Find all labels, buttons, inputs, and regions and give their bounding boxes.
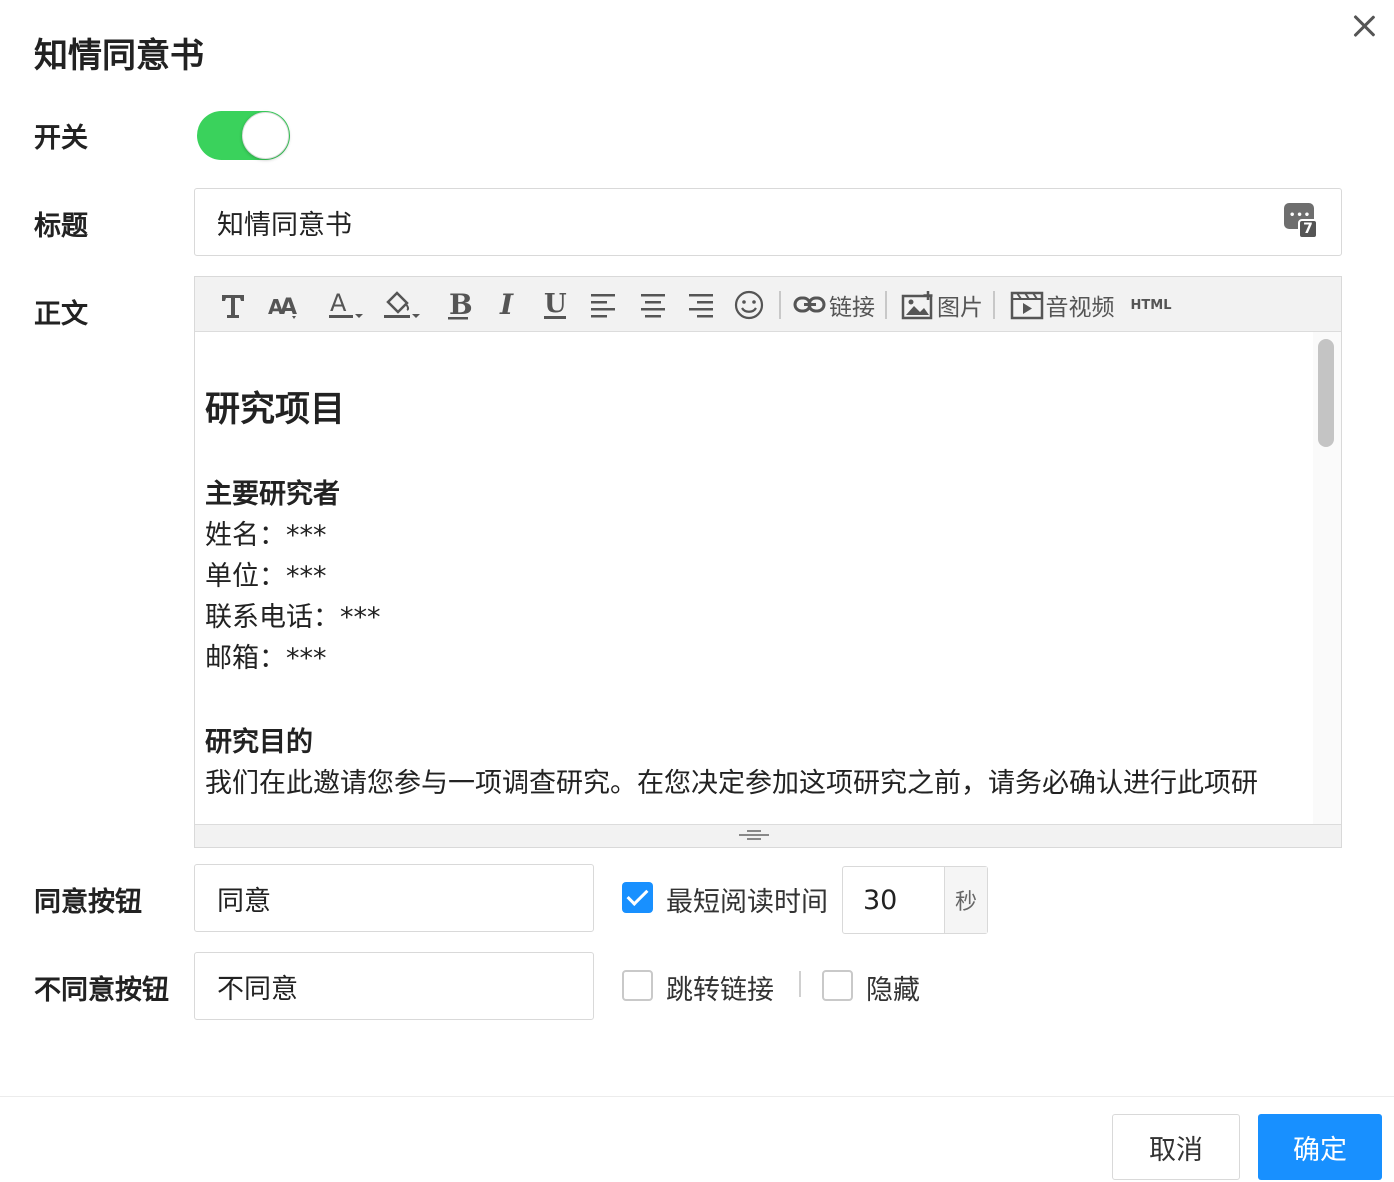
link-icon [793, 296, 826, 313]
redirect-link-checkbox[interactable] [622, 970, 653, 1001]
close-icon[interactable] [1348, 10, 1380, 42]
pi-name: 姓名：*** [205, 520, 327, 551]
toolbar-separator [885, 291, 887, 319]
pi-unit: 单位：*** [205, 561, 327, 592]
agree-input-value: 同意 [217, 885, 271, 917]
pi-heading: 主要研究者 [205, 479, 340, 510]
footer-divider [0, 1096, 1394, 1097]
bold-icon[interactable]: B [441, 285, 477, 325]
body-label: 正文 [34, 299, 88, 330]
toggle-knob [242, 112, 289, 159]
rich-text-editor: AA A B I U 链接 图片 音视频 HTML 研究项目 主要研究者 姓名：… [194, 276, 1342, 848]
seconds-unit: 秒 [945, 867, 987, 933]
image-icon [901, 291, 933, 320]
title-label: 标题 [34, 211, 88, 242]
agree-button-label: 同意按钮 [34, 887, 142, 918]
svg-text:B: B [449, 288, 473, 321]
redirect-link-label: 跳转链接 [666, 975, 774, 1006]
insert-media-button[interactable]: 音视频 [1007, 285, 1117, 325]
svg-text:A: A [330, 289, 347, 317]
editor-content[interactable]: 研究项目 主要研究者 姓名：*** 单位：*** 联系电话：*** 邮箱：***… [195, 332, 1313, 824]
align-left-icon[interactable] [585, 285, 621, 325]
title-input[interactable]: 知情同意书 [194, 188, 1342, 256]
align-center-icon[interactable] [635, 285, 671, 325]
title-input-value: 知情同意书 [217, 209, 352, 241]
disagree-button-input[interactable]: 不同意 [194, 952, 594, 1020]
font-style-icon[interactable] [215, 285, 251, 325]
image-label: 图片 [937, 295, 983, 321]
video-icon [1010, 291, 1043, 320]
toolbar-separator [993, 291, 995, 319]
text-color-icon[interactable]: A [325, 285, 367, 325]
link-label: 链接 [829, 295, 875, 321]
pi-email: 邮箱：*** [205, 643, 327, 674]
insert-link-button[interactable]: 链接 [791, 285, 877, 325]
emoji-icon[interactable] [731, 285, 767, 325]
purpose-heading: 研究目的 [205, 727, 313, 758]
disagree-input-value: 不同意 [217, 973, 298, 1005]
resize-grip-icon [739, 830, 769, 842]
insert-image-button[interactable]: 图片 [899, 285, 985, 325]
purpose-text: 我们在此邀请您参与一项调查研究。在您决定参加这项研究之前，请务必确认进行此项研 [205, 768, 1258, 799]
emoji-picker-icon[interactable]: ••• 7 [1284, 203, 1318, 239]
min-read-checkbox[interactable] [622, 882, 653, 913]
agree-button-input[interactable]: 同意 [194, 864, 594, 932]
disagree-button-label: 不同意按钮 [34, 975, 169, 1006]
svg-text:U: U [544, 289, 567, 319]
background-color-icon[interactable] [379, 285, 425, 325]
media-label: 音视频 [1045, 295, 1115, 321]
underline-icon[interactable]: U [537, 285, 573, 325]
svg-text:I: I [499, 288, 514, 321]
switch-label: 开关 [34, 123, 88, 154]
html-label: HTML [1130, 297, 1172, 313]
confirm-button[interactable]: 确定 [1258, 1114, 1382, 1180]
align-right-icon[interactable] [683, 285, 719, 325]
content-heading: 研究项目 [205, 390, 346, 430]
html-source-button[interactable]: HTML [1129, 285, 1173, 325]
min-read-time-group: 30 秒 [842, 866, 988, 934]
min-read-seconds-input[interactable]: 30 [843, 867, 945, 933]
italic-icon[interactable]: I [489, 285, 525, 325]
emoji-badge: 7 [1298, 219, 1318, 239]
scrollbar-thumb[interactable] [1318, 339, 1334, 447]
editor-scrollbar[interactable] [1313, 332, 1341, 824]
toolbar-separator [779, 291, 781, 319]
enable-toggle[interactable] [197, 111, 290, 160]
editor-resize-handle[interactable] [195, 824, 1341, 847]
min-read-label: 最短阅读时间 [666, 887, 828, 918]
pi-phone: 联系电话：*** [205, 602, 381, 633]
hide-label: 隐藏 [866, 975, 920, 1006]
font-size-icon[interactable]: AA [263, 285, 303, 325]
hide-checkbox[interactable] [822, 970, 853, 1001]
option-separator [799, 971, 801, 997]
editor-toolbar: AA A B I U 链接 图片 音视频 HTML [195, 277, 1341, 332]
dialog-title: 知情同意书 [34, 36, 204, 76]
cancel-button[interactable]: 取消 [1112, 1114, 1240, 1180]
